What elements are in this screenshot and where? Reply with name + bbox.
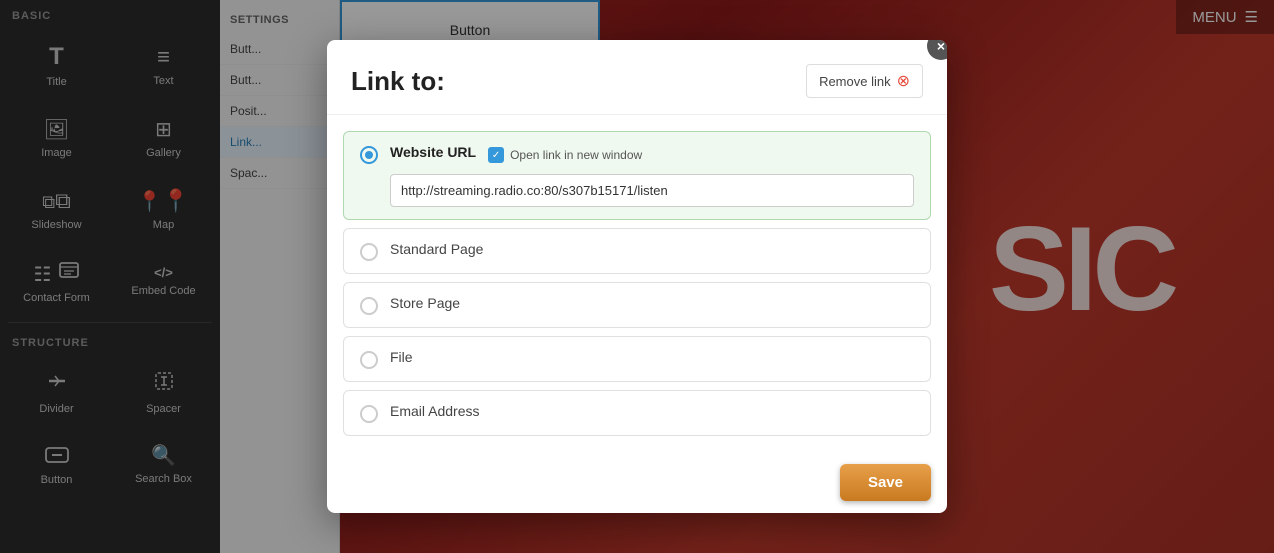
modal-body: Website URL ✓ Open link in new window St… — [327, 115, 947, 452]
website-url-header: Website URL ✓ Open link in new window — [390, 144, 914, 166]
radio-standard-page[interactable] — [360, 243, 378, 261]
radio-file[interactable] — [360, 351, 378, 369]
store-page-content: Store Page — [390, 295, 914, 311]
link-option-website-url[interactable]: Website URL ✓ Open link in new window — [343, 131, 931, 220]
radio-store-page[interactable] — [360, 297, 378, 315]
file-content: File — [390, 349, 914, 365]
new-window-checkbox-row[interactable]: ✓ Open link in new window — [488, 147, 642, 163]
remove-link-button[interactable]: Remove link ⊗ — [806, 64, 923, 98]
link-modal: × Link to: Remove link ⊗ Website URL ✓ O… — [327, 40, 947, 513]
url-input[interactable] — [390, 174, 914, 207]
modal-overlay: × Link to: Remove link ⊗ Website URL ✓ O… — [0, 0, 1274, 553]
modal-footer: Save — [327, 452, 947, 513]
website-url-title: Website URL — [390, 144, 476, 160]
store-page-label: Store Page — [390, 295, 914, 311]
remove-link-icon: ⊗ — [897, 71, 910, 91]
close-icon: × — [937, 40, 945, 54]
remove-link-label: Remove link — [819, 74, 891, 89]
modal-title: Link to: — [351, 66, 445, 97]
modal-header: Link to: Remove link ⊗ — [327, 40, 947, 115]
radio-email-address[interactable] — [360, 405, 378, 423]
link-option-store-page[interactable]: Store Page — [343, 282, 931, 328]
standard-page-content: Standard Page — [390, 241, 914, 257]
standard-page-label: Standard Page — [390, 241, 914, 257]
email-content: Email Address — [390, 403, 914, 419]
email-label: Email Address — [390, 403, 914, 419]
link-option-email-address[interactable]: Email Address — [343, 390, 931, 436]
website-url-content: Website URL ✓ Open link in new window — [390, 144, 914, 207]
save-button[interactable]: Save — [840, 464, 931, 501]
new-window-checkbox[interactable]: ✓ — [488, 147, 504, 163]
link-option-file[interactable]: File — [343, 336, 931, 382]
link-option-standard-page[interactable]: Standard Page — [343, 228, 931, 274]
radio-website-url[interactable] — [360, 146, 378, 164]
new-window-label: Open link in new window — [510, 148, 642, 162]
file-label: File — [390, 349, 914, 365]
